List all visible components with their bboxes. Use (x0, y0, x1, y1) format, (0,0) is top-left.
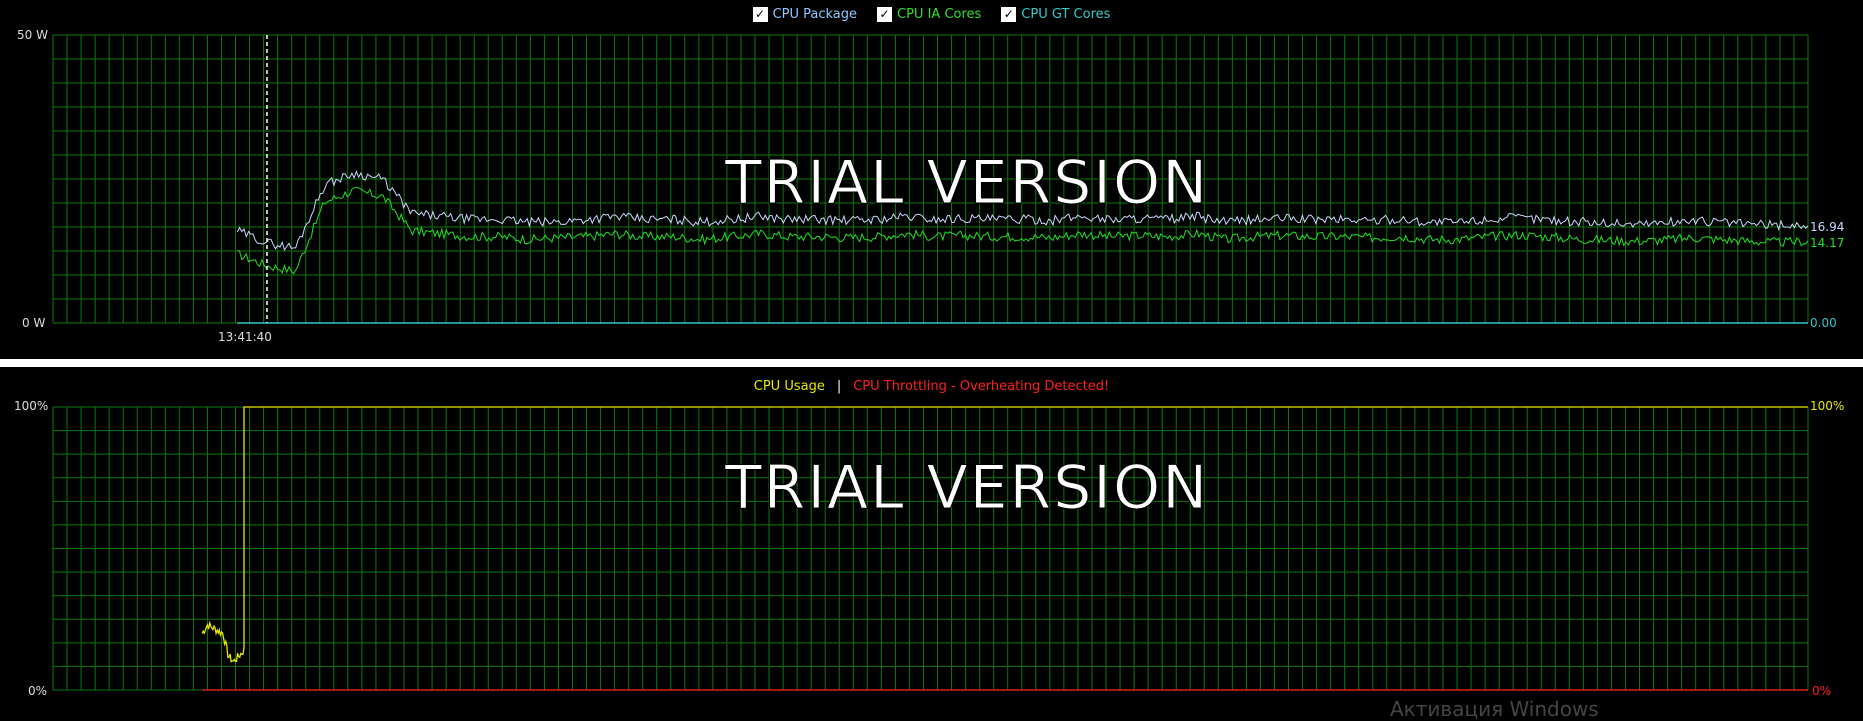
power-x-tick-label: 13:41:40 (218, 330, 272, 344)
panel-divider[interactable] (0, 359, 1863, 367)
usage-y-min-label: 0% (28, 684, 48, 698)
usage-right-min-label: 0% (1812, 684, 1832, 698)
readout-cpu-gt-cores: 0.00 (1810, 316, 1837, 330)
usage-chart-plot (52, 406, 1809, 691)
power-y-max-label: 50 W (17, 28, 48, 42)
power-chart-panel: ✓ CPU Package ✓ CPU IA Cores ✓ CPU GT Co… (0, 0, 1863, 359)
series-cpu-usage (201, 406, 1808, 663)
usage-y-max-label: 100% (14, 399, 49, 413)
readout-cpu-package: 16.94 (1810, 220, 1845, 234)
trial-watermark-bottom: TRIAL VERSION (724, 453, 1210, 524)
readout-cpu-ia-cores: 14.17 (1810, 236, 1845, 250)
usage-grid (52, 406, 1809, 691)
windows-activation-watermark: Активация Windows (1390, 697, 1599, 721)
power-y-min-label: 0 W (22, 316, 46, 330)
usage-chart-panel: CPU Usage | CPU Throttling - Overheating… (0, 367, 1863, 721)
usage-right-max-label: 100% (1810, 399, 1845, 413)
trial-watermark-top: TRIAL VERSION (724, 148, 1210, 219)
